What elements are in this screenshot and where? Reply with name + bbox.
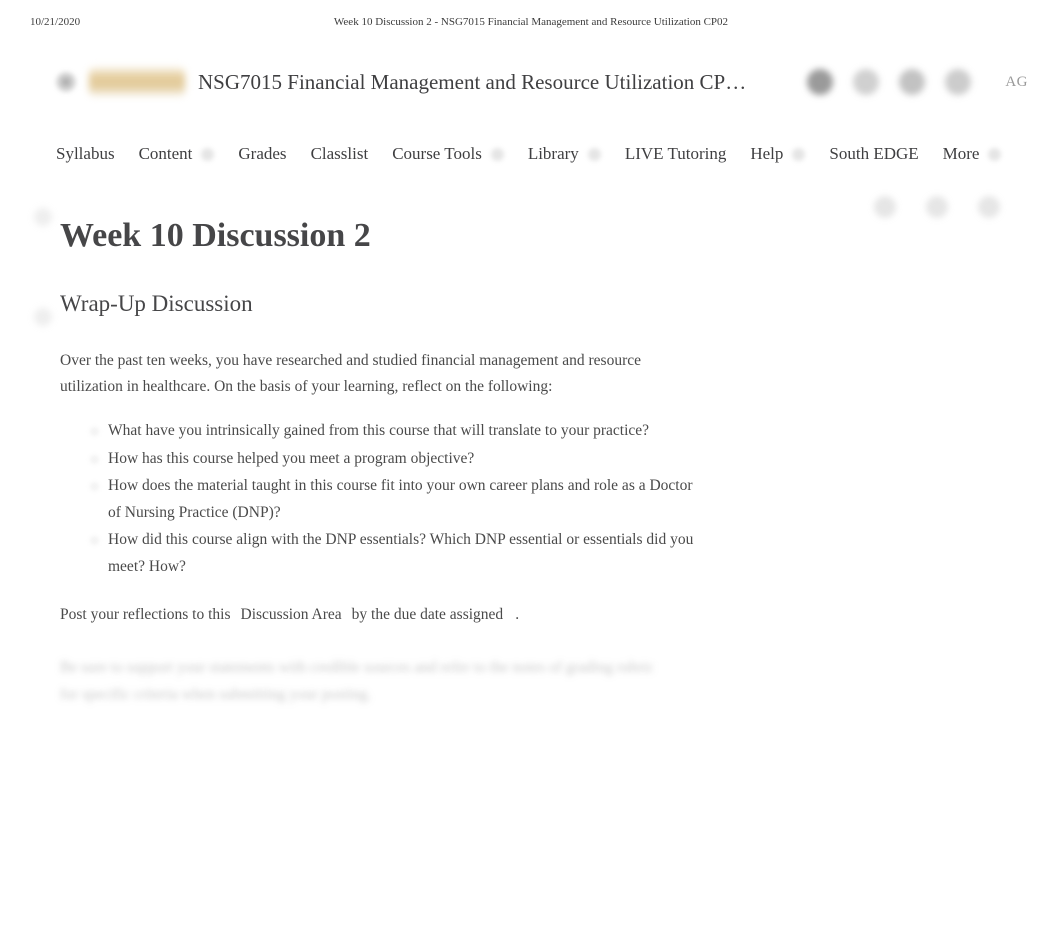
nav-item-syllabus[interactable]: Syllabus <box>56 144 115 164</box>
subscriptions-icon[interactable] <box>899 69 926 95</box>
closing-paragraph: Post your reflections to this Discussion … <box>60 602 700 628</box>
nav-item-more[interactable]: More <box>943 144 1002 164</box>
nav-item-label: More <box>942 144 980 163</box>
discussion-area-link[interactable]: Discussion Area <box>231 606 352 623</box>
chevron-down-icon <box>792 147 806 161</box>
page-title-row: Week 10 Discussion 2 <box>0 188 1062 254</box>
closing-text-before: Post your reflections to this <box>60 606 231 623</box>
more-options-icon[interactable] <box>978 196 1000 218</box>
nav-item-label: Syllabus <box>56 144 115 163</box>
nav-item-south-edge[interactable]: South EDGE <box>829 144 918 164</box>
closing-period: . <box>515 606 520 623</box>
print-header: 10/21/2020 Week 10 Discussion 2 - NSG701… <box>0 16 1062 32</box>
page-actions <box>874 196 1000 218</box>
course-navbar: Syllabus Content Grades Classlist Course… <box>0 132 1062 176</box>
nav-item-label: Help <box>750 144 784 163</box>
section-heading: Wrap-Up Discussion <box>60 291 253 316</box>
chevron-down-icon <box>201 147 215 161</box>
chevron-down-icon <box>587 147 601 161</box>
nav-item-label: Classlist <box>310 144 369 163</box>
nav-item-library[interactable]: Library <box>528 144 601 164</box>
nav-item-grades[interactable]: Grades <box>238 144 286 164</box>
nav-item-content[interactable]: Content <box>139 144 215 164</box>
nav-item-label: Grades <box>238 144 287 163</box>
list-item: What have you intrinsically gained from … <box>108 418 700 445</box>
nav-item-label: Course Tools <box>392 144 482 163</box>
print-icon[interactable] <box>874 196 896 218</box>
avatar[interactable]: AG <box>1005 74 1028 91</box>
main-content: Wrap-Up Discussion Over the past ten wee… <box>0 288 1062 708</box>
question-list: What have you intrinsically gained from … <box>0 418 700 580</box>
course-header: NSG7015 Financial Management and Resourc… <box>0 52 1062 112</box>
list-item: How does the material taught in this cou… <box>108 473 700 526</box>
institution-logo[interactable] <box>89 67 185 97</box>
list-item: How did this course align with the DNP e… <box>108 527 700 580</box>
nav-item-course-tools[interactable]: Course Tools <box>392 144 504 164</box>
intro-paragraph: Over the past ten weeks, you have resear… <box>60 352 642 395</box>
obscured-note: Be sure to support your statements with … <box>60 659 654 703</box>
nav-item-label: LIVE Tutoring <box>624 144 727 163</box>
print-document-title: Week 10 Discussion 2 - NSG7015 Financial… <box>333 16 729 28</box>
settings-icon[interactable] <box>926 196 948 218</box>
notifications-icon[interactable] <box>807 69 834 95</box>
course-title[interactable]: NSG7015 Financial Management and Resourc… <box>198 52 746 112</box>
nav-item-label: Content <box>138 144 193 163</box>
chevron-down-icon <box>490 147 504 161</box>
closing-text-after: by the due date assigned <box>351 606 504 623</box>
collapse-marker-icon <box>34 208 52 226</box>
nav-item-label: South EDGE <box>829 144 919 163</box>
nav-item-classlist[interactable]: Classlist <box>311 144 369 164</box>
message-icon[interactable] <box>853 69 880 95</box>
nav-item-live-tutoring[interactable]: LIVE Tutoring <box>625 144 727 164</box>
nav-item-label: Library <box>527 144 579 163</box>
nav-item-help[interactable]: Help <box>750 144 806 164</box>
page-title: Week 10 Discussion 2 <box>60 216 371 254</box>
chevron-down-icon <box>988 147 1002 161</box>
account-icon[interactable] <box>945 69 972 95</box>
list-item: How has this course helped you meet a pr… <box>108 446 700 473</box>
header-tools: AG <box>807 52 1028 112</box>
menu-icon[interactable] <box>55 71 77 93</box>
brand-area[interactable] <box>55 52 185 112</box>
